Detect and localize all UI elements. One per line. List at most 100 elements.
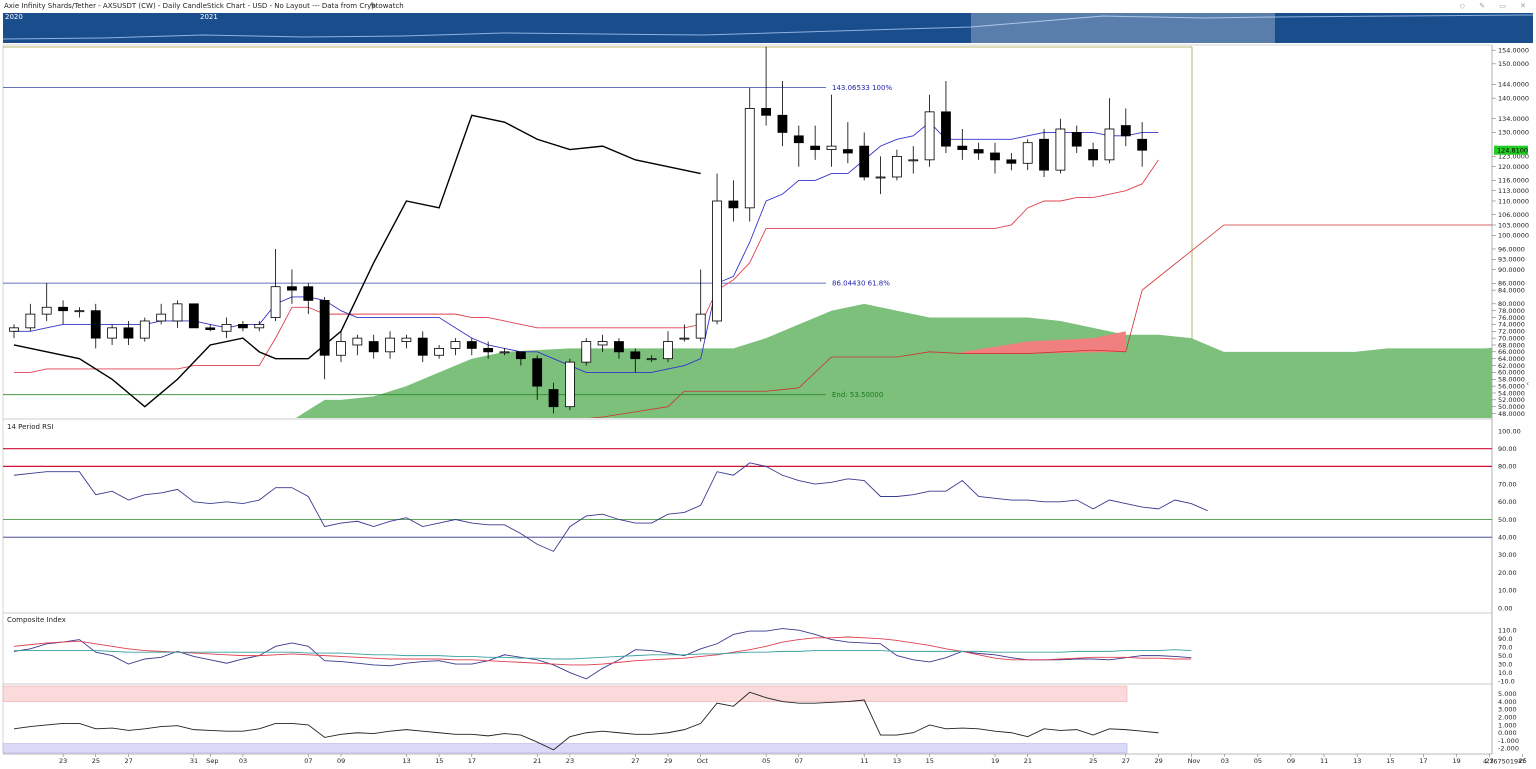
date-tick-label: 23	[566, 757, 574, 765]
panel-title-rsi: 14 Period RSI	[7, 423, 54, 431]
price-tick-label: 140.0000	[1498, 94, 1529, 102]
price-tick-label: 113.0000	[1498, 187, 1529, 195]
candle-body	[581, 341, 592, 363]
candle-body	[810, 145, 821, 150]
date-tick-label: 15	[926, 757, 934, 765]
candle-body	[695, 313, 706, 339]
chart-title: Axie Infinity Shards/Tether - AXSUSDT (C…	[4, 2, 404, 10]
date-tick-label: 25	[1089, 757, 1097, 765]
candle-body	[205, 327, 216, 330]
current-price-label: 124.8100	[1497, 147, 1528, 155]
candle-body	[1006, 159, 1017, 164]
date-tick-label: 11	[860, 757, 868, 765]
price-tick-label: 90.0000	[1498, 266, 1525, 274]
optex-tick-label: 2.000	[1498, 713, 1517, 721]
rsi-tick-label: 100.00	[1498, 427, 1521, 435]
candle-body	[41, 306, 52, 315]
end-level-label: End: 53.50000	[832, 391, 883, 399]
candle-body	[336, 341, 346, 356]
price-tick-label: 84.0000	[1498, 286, 1525, 294]
candle-body	[1039, 138, 1049, 171]
candle-body	[237, 324, 248, 329]
composite-tick-label: 70.0	[1498, 643, 1512, 651]
candle-body	[1055, 128, 1066, 171]
candle-body	[9, 327, 19, 332]
fib-level-label: 86.04430 61.8%	[832, 280, 890, 288]
candle-body	[303, 286, 314, 301]
date-tick-label: 19	[1452, 757, 1460, 765]
chart-area[interactable]: 143.06533 100% 86.04430 61.8% End: 53.5000…	[0, 44, 1536, 769]
date-tick-label: 31	[190, 757, 198, 765]
candle-body	[957, 145, 968, 150]
date-tick-label: 03	[239, 757, 247, 765]
candle-body	[532, 358, 543, 387]
candle-body	[892, 156, 902, 178]
window-controls[interactable]: ◇ ✎ ▭ ✕	[1460, 0, 1532, 12]
date-tick-label: 07	[304, 757, 312, 765]
collapse-arrow-icon[interactable]: ‹	[1526, 379, 1529, 388]
candle-body	[826, 145, 837, 150]
candle-body	[924, 111, 935, 161]
optex-tick-label: 4.000	[1498, 698, 1517, 706]
candle-body	[172, 303, 183, 322]
date-tick-label: 13	[1353, 757, 1361, 765]
price-tick-label: 130.0000	[1498, 129, 1529, 137]
candle-body	[793, 135, 804, 144]
panel-title-composite: Composite Index	[7, 616, 66, 624]
price-tick-label: 144.0000	[1498, 81, 1529, 89]
candle-body	[139, 320, 150, 339]
candle-body	[679, 337, 690, 340]
date-tick-label: 09	[1287, 757, 1295, 765]
date-tick-label: 07	[795, 757, 803, 765]
date-tick-label: 21	[533, 757, 541, 765]
candle-body	[417, 337, 428, 356]
price-tick-label: 154.0000	[1498, 46, 1529, 54]
candle-body	[941, 111, 951, 147]
rsi-tick-label: 60.00	[1498, 498, 1517, 506]
candle-body	[842, 149, 853, 154]
candle-body	[597, 341, 608, 346]
candle-body	[875, 176, 886, 179]
candle-body	[859, 145, 870, 178]
candle-body	[1022, 142, 1033, 164]
price-tick-label: 100.0000	[1498, 232, 1529, 240]
candle-body	[515, 351, 526, 360]
rsi-tick-label: 30.00	[1498, 551, 1517, 559]
date-tick-label: 05	[1254, 757, 1262, 765]
candle-body	[483, 348, 494, 353]
candle-body	[499, 351, 510, 354]
candle-body	[434, 348, 445, 356]
price-tick-label: 116.0000	[1498, 177, 1529, 185]
pencil-icon[interactable]: ✎	[370, 0, 377, 12]
price-tick-label: 120.0000	[1498, 163, 1529, 171]
date-tick-label: 09	[337, 757, 345, 765]
composite-tick-label: -10.0	[1498, 677, 1515, 685]
date-tick-label: Nov	[1188, 757, 1201, 765]
optex-upper-band	[2, 685, 1128, 702]
date-tick-label: 03	[1221, 757, 1229, 765]
candle-body	[287, 286, 297, 291]
candle-body	[450, 341, 461, 349]
optex-lower-band	[2, 743, 1128, 754]
candle-body	[90, 310, 101, 339]
candle-body	[1104, 128, 1115, 161]
date-tick-label: 17	[1419, 757, 1427, 765]
composite-tick-label: 30.0	[1498, 660, 1512, 668]
date-tick-label: 15	[435, 757, 443, 765]
price-tick-label: 96.0000	[1498, 245, 1525, 253]
date-tick-label: 27	[631, 757, 639, 765]
candle-body	[646, 358, 657, 361]
date-tick-label: 19	[991, 757, 999, 765]
candle-body	[1120, 125, 1131, 137]
candle-body	[319, 300, 330, 356]
date-navigator[interactable]: 2020 2021	[3, 13, 1533, 43]
date-tick-label: 15	[1386, 757, 1394, 765]
price-tick-label: 48.0000	[1498, 410, 1525, 418]
navigator-window-handle[interactable]	[971, 13, 1275, 43]
candle-body	[744, 108, 755, 209]
date-tick-label: 21	[1024, 757, 1032, 765]
candle-body	[614, 341, 624, 353]
xy-toggle-button[interactable]: XY	[1518, 759, 1526, 765]
date-tick-label: 05	[762, 757, 770, 765]
composite-tick-label: 90.0	[1498, 635, 1512, 643]
